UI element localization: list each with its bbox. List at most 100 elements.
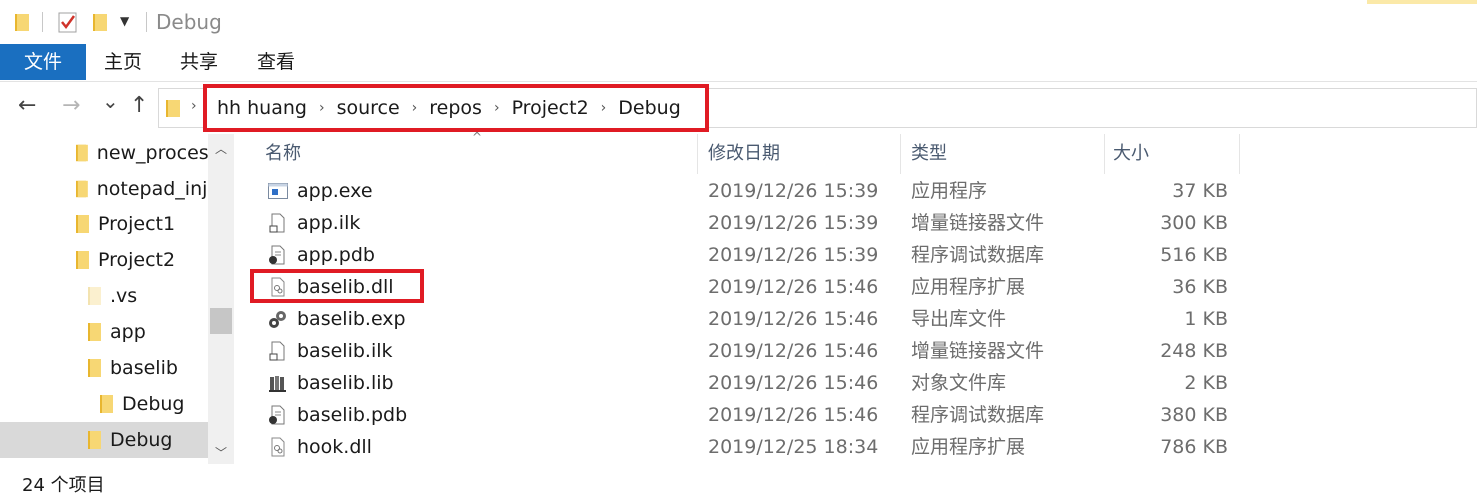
file-size: 516 KB — [1160, 244, 1228, 266]
file-row[interactable]: baselib.exp 2019/12/26 15:46 导出库文件 1 KB — [246, 303, 1246, 335]
file-row[interactable]: baselib.dll 2019/12/26 15:46 应用程序扩展 36 K… — [246, 269, 1246, 303]
file-row[interactable]: baselib.lib 2019/12/26 15:46 对象文件库 2 KB — [246, 367, 1246, 399]
file-name[interactable]: app.exe — [297, 175, 373, 207]
ilk-file-icon — [269, 341, 285, 361]
file-size: 248 KB — [1160, 340, 1228, 362]
properties-check-icon[interactable] — [58, 11, 78, 37]
file-type: 应用程序扩展 — [911, 436, 1026, 458]
file-name[interactable]: baselib.pdb — [297, 399, 407, 431]
file-name[interactable]: baselib.ilk — [297, 335, 393, 367]
tab-home[interactable]: 主页 — [98, 44, 148, 80]
folder-icon — [76, 215, 89, 233]
tree-item-selected[interactable]: Debug — [0, 422, 208, 458]
file-row[interactable]: baselib.ilk 2019/12/26 15:46 增量链接器文件 248… — [246, 335, 1246, 367]
address-bar[interactable]: › hh huang › source › repos › Project2 ›… — [158, 84, 1477, 132]
file-size: 36 KB — [1172, 276, 1228, 298]
chevron-right-icon[interactable]: › — [412, 100, 418, 116]
file-row[interactable]: app.pdb 2019/12/26 15:39 程序调试数据库 516 KB — [246, 239, 1246, 271]
tree-item[interactable]: Debug — [0, 386, 208, 422]
file-row[interactable]: baselib.pdb 2019/12/26 15:46 程序调试数据库 380… — [246, 399, 1246, 431]
column-header-size[interactable]: 大小 — [1113, 134, 1149, 174]
back-button[interactable]: ← — [18, 93, 36, 118]
window-title: Debug — [156, 10, 222, 34]
ribbon-tabs: 文件 主页 共享 查看 — [0, 44, 1477, 82]
folder-icon — [88, 323, 101, 341]
recent-locations-button[interactable]: ⌄ — [102, 89, 119, 113]
breadcrumb-source[interactable]: source — [337, 97, 400, 119]
file-name[interactable]: baselib.lib — [297, 367, 394, 399]
column-header-date[interactable]: 修改日期 — [708, 134, 780, 174]
tab-share[interactable]: 共享 — [174, 44, 224, 80]
chevron-right-icon[interactable]: › — [494, 100, 500, 116]
chevron-right-icon[interactable]: › — [601, 100, 607, 116]
file-name[interactable]: app.ilk — [297, 207, 360, 239]
tab-view[interactable]: 查看 — [251, 44, 301, 80]
tree-item[interactable]: Project2 — [0, 242, 208, 278]
chevron-right-icon[interactable]: › — [191, 98, 197, 114]
tree-item-label: Project2 — [98, 249, 176, 271]
file-type: 对象文件库 — [911, 372, 1007, 394]
folder-icon — [88, 431, 101, 449]
tree-item[interactable]: new_process — [0, 135, 208, 171]
up-button[interactable]: ↑ — [130, 93, 148, 118]
file-name[interactable]: baselib.dll — [297, 271, 394, 303]
tree-item[interactable]: notepad_inje — [0, 171, 208, 207]
status-bar: 24 个项目 — [0, 466, 1477, 497]
file-size: 300 KB — [1160, 212, 1228, 234]
column-header-name[interactable]: 名称 — [265, 134, 301, 174]
tree-item-label: app — [110, 321, 146, 343]
tree-item[interactable]: app — [0, 314, 208, 350]
file-date: 2019/12/26 15:39 — [708, 244, 879, 266]
column-divider[interactable] — [1104, 134, 1105, 174]
file-date: 2019/12/25 18:34 — [708, 436, 879, 458]
tree-item[interactable]: Project1 — [0, 206, 208, 242]
file-name[interactable]: hook.dll — [297, 431, 372, 463]
file-row[interactable]: hook.dll 2019/12/25 18:34 应用程序扩展 786 KB — [246, 431, 1246, 463]
tree-item[interactable]: baselib — [0, 350, 208, 386]
file-size: 37 KB — [1172, 180, 1228, 202]
breadcrumb-project2[interactable]: Project2 — [512, 97, 589, 119]
file-date: 2019/12/26 15:39 — [708, 212, 879, 234]
sort-ascending-icon: ^ — [472, 130, 483, 144]
file-size: 786 KB — [1160, 436, 1228, 458]
column-divider[interactable] — [900, 134, 901, 174]
title-bar-accent — [1367, 0, 1477, 4]
file-name[interactable]: baselib.exp — [297, 303, 406, 335]
file-row[interactable]: app.exe 2019/12/26 15:39 应用程序 37 KB — [246, 175, 1246, 207]
file-row[interactable]: app.ilk 2019/12/26 15:39 增量链接器文件 300 KB — [246, 207, 1246, 239]
file-type: 应用程序扩展 — [911, 276, 1026, 298]
tree-item-label: Debug — [122, 393, 185, 415]
column-header-type[interactable]: 类型 — [911, 134, 947, 174]
file-size: 380 KB — [1160, 404, 1228, 426]
chevron-right-icon[interactable]: › — [319, 100, 325, 116]
tree-scrollbar[interactable]: ︿ ﹀ — [208, 134, 234, 464]
file-type: 增量链接器文件 — [911, 212, 1045, 234]
column-divider[interactable] — [1239, 134, 1240, 174]
file-type: 应用程序 — [911, 180, 988, 202]
tree-item-label: Debug — [110, 429, 173, 451]
exe-icon — [268, 183, 288, 199]
file-type: 增量链接器文件 — [911, 340, 1045, 362]
navigation-bar: ← → ⌄ ↑ › hh huang › source › repos › Pr… — [0, 83, 1477, 132]
breadcrumb-repos[interactable]: repos — [429, 97, 482, 119]
scrollbar-thumb[interactable] — [210, 308, 232, 334]
tab-file[interactable]: 文件 — [0, 44, 86, 80]
folder-icon — [88, 359, 101, 377]
forward-button[interactable]: → — [62, 93, 80, 118]
column-divider[interactable] — [697, 134, 698, 174]
file-date: 2019/12/26 15:39 — [708, 180, 879, 202]
chevron-up-icon[interactable]: ︿ — [215, 140, 227, 157]
ilk-file-icon — [269, 213, 285, 233]
tree-item[interactable]: .vs — [0, 278, 208, 314]
breadcrumb-hh-huang[interactable]: hh huang — [217, 97, 307, 119]
chevron-down-icon[interactable]: ﹀ — [215, 444, 227, 461]
customize-dropdown-icon[interactable]: ▼ — [120, 14, 129, 28]
file-name[interactable]: app.pdb — [297, 239, 375, 271]
file-date: 2019/12/26 15:46 — [708, 372, 879, 394]
file-date: 2019/12/26 15:46 — [708, 340, 879, 362]
breadcrumb-debug[interactable]: Debug — [618, 97, 680, 119]
tree-item-label: notepad_inje — [96, 178, 208, 200]
folder-icon — [165, 98, 181, 122]
folder-icon — [100, 395, 113, 413]
new-folder-icon[interactable] — [92, 12, 108, 36]
